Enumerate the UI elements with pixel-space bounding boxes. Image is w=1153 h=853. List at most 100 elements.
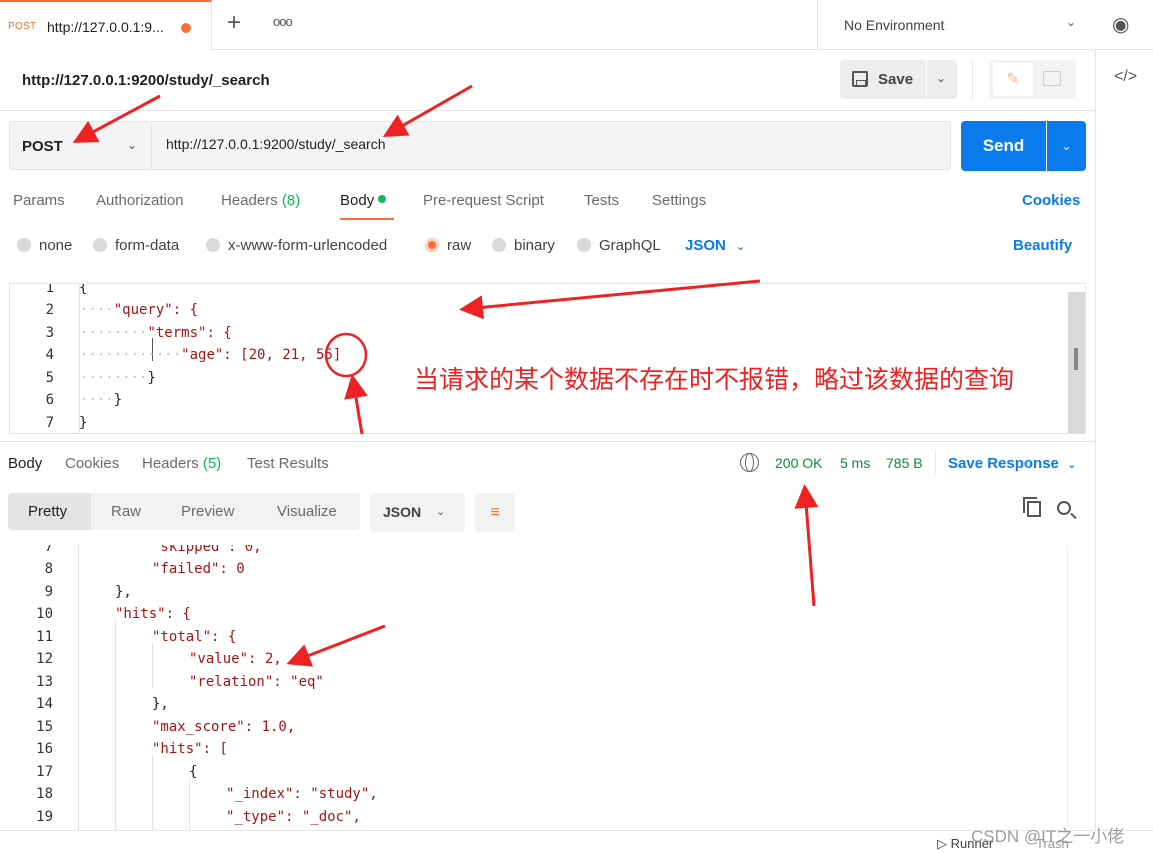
copy-icon[interactable] [1023, 497, 1041, 517]
code-line-text: } [113, 392, 123, 408]
send-dropdown-button[interactable]: ⌄ [1047, 121, 1086, 171]
code-line: { [79, 283, 88, 296]
line-number: 12 [36, 651, 53, 667]
view-visualize[interactable]: Visualize [277, 503, 337, 520]
tab-label: Headers [221, 192, 278, 209]
chevron-down-icon: ⌄ [735, 241, 746, 253]
radio-binary[interactable]: binary [492, 237, 555, 254]
indent-guide [78, 545, 79, 830]
response-body[interactable]: 7 8 9 10 11 12 13 14 15 16 17 18 19 "ski… [0, 545, 1095, 830]
request-body-editor[interactable]: 1 2 3 4 5 6 7 { ····"query": { ········"… [9, 283, 1086, 434]
radio-form-data[interactable]: form-data [93, 237, 179, 254]
response-tab-body[interactable]: Body [8, 455, 42, 472]
response-size[interactable]: 785 B [886, 455, 923, 471]
code-line: ····"query": { [80, 302, 199, 318]
line-number: 4 [45, 347, 54, 363]
code-line: "_type": "_doc", [226, 809, 361, 825]
line-number: 6 [45, 392, 54, 408]
code-snippet-icon[interactable]: </> [1114, 68, 1137, 86]
wrap-lines-icon[interactable]: ≡ [475, 493, 515, 532]
radio-graphql[interactable]: GraphQL [577, 237, 661, 254]
line-number: 18 [36, 786, 53, 802]
code-line: ············"age": [20, 21, 55] [80, 347, 342, 363]
radio-label: none [39, 237, 73, 254]
indent-guide [152, 643, 153, 689]
url-input[interactable] [166, 136, 926, 152]
view-raw[interactable]: Raw [111, 503, 141, 520]
tab-label: Headers [142, 455, 199, 472]
code-line: ····} [80, 392, 123, 408]
status-code[interactable]: 200 OK [775, 455, 822, 471]
watermark: CSDN @IT之一小佬 [971, 827, 1125, 846]
chevron-down-icon: ⌄ [1066, 15, 1077, 29]
radio-icon [206, 238, 220, 252]
view-pretty[interactable]: Pretty [28, 503, 67, 520]
code-line: "skipped": 0, [152, 545, 262, 555]
save-response-button[interactable]: Save Response ⌄ [948, 455, 1076, 472]
save-response-label: Save Response [948, 455, 1059, 472]
save-icon [852, 71, 868, 87]
request-name: http://127.0.0.1:9200/study/_search [22, 72, 270, 89]
beautify-button[interactable]: Beautify [1013, 237, 1072, 254]
editor-scrollbar[interactable] [1068, 292, 1085, 433]
pencil-icon[interactable]: ✎ [993, 63, 1033, 96]
code-line: "_index": "study", [226, 786, 378, 802]
code-line: "hits": [ [152, 741, 228, 757]
save-button[interactable]: Save [840, 60, 926, 99]
line-number: 5 [45, 370, 54, 386]
chevron-down-icon: ⌄ [127, 138, 138, 152]
tab-settings[interactable]: Settings [652, 192, 706, 209]
tab-headers[interactable]: Headers (8) [221, 192, 300, 209]
response-view-group: Pretty Raw Preview Visualize [8, 493, 360, 530]
response-scrollbar[interactable] [1067, 545, 1087, 830]
more-tabs-icon[interactable]: ooo [273, 14, 293, 29]
divider [935, 450, 936, 474]
tab-body[interactable]: Body [340, 192, 387, 209]
globe-icon[interactable] [740, 453, 759, 472]
environment-selector[interactable]: No Environment ⌄ [817, 0, 1095, 50]
response-format-label: JSON [383, 504, 422, 520]
indent-guide [152, 755, 153, 830]
unsaved-dot-icon[interactable] [181, 23, 191, 33]
view-preview[interactable]: Preview [181, 503, 234, 520]
response-tab-test-results[interactable]: Test Results [247, 455, 329, 472]
radio-icon [17, 238, 31, 252]
body-format-select[interactable]: JSON ⌄ [685, 237, 745, 254]
chevron-down-icon: ⌄ [436, 506, 446, 518]
code-line-text: "age": [20, 21, 55] [181, 347, 342, 363]
tab-label: Pre-request Script [423, 192, 544, 209]
code-line: } [79, 415, 88, 431]
response-tab-cookies[interactable]: Cookies [65, 455, 119, 472]
code-line: "value": 2, [189, 651, 282, 667]
tab-params[interactable]: Params [13, 192, 65, 209]
save-dropdown-button[interactable]: ⌄ [927, 60, 957, 99]
environment-label: No Environment [844, 17, 945, 33]
new-tab-button[interactable]: + [227, 11, 241, 35]
response-format-select[interactable]: JSON ⌄ [370, 493, 465, 532]
response-tab-headers[interactable]: Headers (5) [142, 455, 221, 472]
tab-title: http://127.0.0.1:9... [47, 19, 164, 35]
line-number: 9 [44, 584, 53, 600]
search-icon[interactable] [1057, 501, 1071, 515]
radio-urlencoded[interactable]: x-www-form-urlencoded [206, 237, 387, 254]
method-select[interactable]: POST ⌄ [9, 121, 152, 170]
comment-icon[interactable] [1043, 71, 1061, 86]
tab-label: Params [13, 192, 65, 209]
response-time[interactable]: 5 ms [840, 455, 870, 471]
tab-tests[interactable]: Tests [584, 192, 619, 209]
line-number: 3 [45, 325, 54, 341]
tab-authorization[interactable]: Authorization [96, 192, 184, 209]
radio-none[interactable]: none [17, 237, 72, 254]
radio-raw[interactable]: raw [425, 237, 471, 254]
indent-guide [115, 620, 116, 830]
eye-icon[interactable]: ◉ [1112, 12, 1129, 37]
request-tab[interactable]: POST http://127.0.0.1:9... [0, 0, 212, 50]
send-button[interactable]: Send [961, 121, 1046, 171]
tab-pre-request-script[interactable]: Pre-request Script [423, 192, 544, 209]
code-line: ········} [80, 370, 156, 386]
edit-toggle-group: ✎ [989, 60, 1076, 99]
tab-label: Tests [584, 192, 620, 209]
line-number: 1 [45, 283, 54, 296]
code-line: "total": { [152, 629, 237, 645]
cookies-link[interactable]: Cookies [1022, 192, 1080, 209]
